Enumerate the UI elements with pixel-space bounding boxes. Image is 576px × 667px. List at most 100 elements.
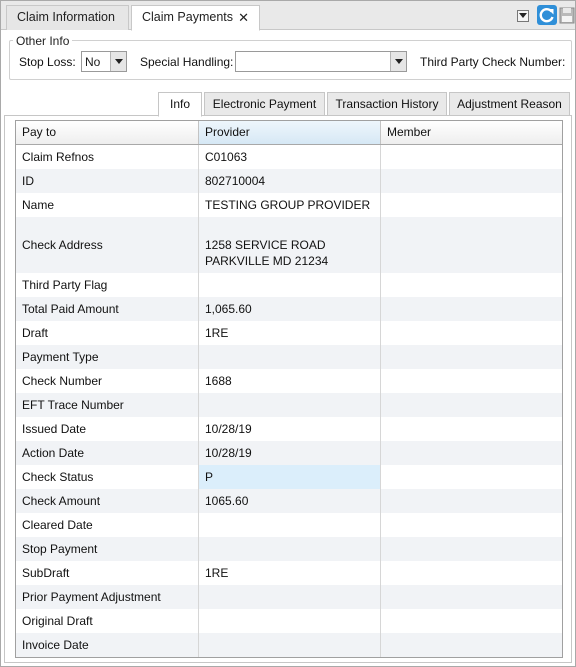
column-header-member[interactable]: Member [381, 121, 562, 144]
provider-cell[interactable]: TESTING GROUP PROVIDER [199, 193, 381, 217]
member-cell[interactable] [381, 345, 562, 369]
table-row[interactable]: Stop Payment [16, 537, 562, 561]
provider-cell[interactable] [199, 513, 381, 537]
table-row[interactable]: ID 802710004 [16, 169, 562, 193]
table-row[interactable]: SubDraft 1RE [16, 561, 562, 585]
member-cell[interactable] [381, 585, 562, 609]
field-cell: ID [16, 169, 199, 193]
member-cell[interactable] [381, 297, 562, 321]
table-row[interactable]: Name TESTING GROUP PROVIDER [16, 193, 562, 217]
member-cell[interactable] [381, 169, 562, 193]
provider-cell[interactable]: 1RE [199, 321, 381, 345]
table-row[interactable]: Claim Refnos C01063 [16, 145, 562, 169]
document-tab-bar: Claim Information Claim Payments ✕ [1, 1, 575, 31]
tab-electronic-payment[interactable]: Electronic Payment [204, 92, 325, 116]
provider-cell[interactable]: 1065.60 [199, 489, 381, 513]
save-icon[interactable] [559, 5, 575, 25]
member-cell[interactable] [381, 193, 562, 217]
member-cell[interactable] [381, 561, 562, 585]
member-cell[interactable] [381, 145, 562, 169]
other-info-title: Other Info [13, 34, 73, 48]
tab-label: Claim Information [17, 10, 115, 24]
table-row[interactable]: Invoice Date [16, 633, 562, 657]
provider-cell[interactable] [199, 273, 381, 297]
member-cell[interactable] [381, 441, 562, 465]
field-cell: Stop Payment [16, 537, 199, 561]
member-cell[interactable] [381, 513, 562, 537]
member-cell[interactable] [381, 417, 562, 441]
member-cell[interactable] [381, 537, 562, 561]
tab-adjustment-reason[interactable]: Adjustment Reason [449, 92, 570, 116]
tab-claim-information[interactable]: Claim Information [6, 5, 129, 30]
table-row[interactable]: Original Draft [16, 609, 562, 633]
refresh-icon[interactable] [537, 5, 557, 25]
column-header-pay-to[interactable]: Pay to [16, 121, 199, 144]
tab-transaction-history-label: Transaction History [335, 97, 439, 111]
table-row[interactable]: Action Date 10/28/19 [16, 441, 562, 465]
provider-cell[interactable]: C01063 [199, 145, 381, 169]
field-cell: Invoice Date [16, 633, 199, 657]
tab-info[interactable]: Info [158, 92, 202, 117]
member-cell[interactable] [381, 489, 562, 513]
provider-cell-selected[interactable]: P [199, 465, 381, 489]
table-row[interactable]: Draft 1RE [16, 321, 562, 345]
dropdown-icon[interactable] [517, 10, 529, 22]
provider-cell[interactable] [199, 609, 381, 633]
tab-claim-payments[interactable]: Claim Payments ✕ [131, 5, 260, 31]
stop-loss-select[interactable]: No [81, 51, 127, 72]
table-row[interactable]: Check Number 1688 [16, 369, 562, 393]
provider-cell[interactable]: 1688 [199, 369, 381, 393]
tab-electronic-payment-label: Electronic Payment [212, 97, 317, 111]
provider-cell[interactable]: 10/28/19 [199, 417, 381, 441]
provider-cell[interactable] [199, 345, 381, 369]
provider-cell[interactable] [199, 585, 381, 609]
table-row[interactable]: Check Address 1258 SERVICE ROAD PARKVILL… [16, 217, 562, 273]
column-header-provider[interactable]: Provider [199, 121, 381, 144]
table-row[interactable]: Cleared Date [16, 513, 562, 537]
field-cell: EFT Trace Number [16, 393, 199, 417]
third-party-check-number-label: Third Party Check Number: [420, 55, 566, 69]
table-row[interactable]: Issued Date 10/28/19 [16, 417, 562, 441]
field-cell: Name [16, 193, 199, 217]
table-row[interactable]: EFT Trace Number [16, 393, 562, 417]
member-cell[interactable] [381, 393, 562, 417]
table-row[interactable]: Total Paid Amount 1,065.60 [16, 297, 562, 321]
field-cell: Total Paid Amount [16, 297, 199, 321]
member-cell[interactable] [381, 465, 562, 489]
provider-cell[interactable] [199, 633, 381, 657]
field-cell: Claim Refnos [16, 145, 199, 169]
tab-adjustment-reason-label: Adjustment Reason [457, 97, 562, 111]
field-cell: Check Status [16, 465, 199, 489]
field-cell: Prior Payment Adjustment [16, 585, 199, 609]
provider-cell[interactable]: 1RE [199, 561, 381, 585]
member-cell[interactable] [381, 369, 562, 393]
provider-cell[interactable]: 1258 SERVICE ROAD PARKVILLE MD 21234 [199, 217, 381, 273]
provider-cell[interactable]: 802710004 [199, 169, 381, 193]
chevron-down-icon[interactable] [110, 52, 126, 71]
grid-body: Claim Refnos C01063 ID 802710004 Name TE… [16, 145, 562, 657]
tab-info-label: Info [169, 97, 190, 111]
member-cell[interactable] [381, 273, 562, 297]
member-cell[interactable] [381, 633, 562, 657]
provider-cell[interactable]: 10/28/19 [199, 441, 381, 465]
field-cell: Issued Date [16, 417, 199, 441]
table-row[interactable]: Payment Type [16, 345, 562, 369]
field-cell: Action Date [16, 441, 199, 465]
table-row[interactable]: Prior Payment Adjustment [16, 585, 562, 609]
provider-cell[interactable] [199, 537, 381, 561]
chevron-down-icon[interactable] [390, 52, 406, 71]
tab-transaction-history[interactable]: Transaction History [327, 92, 447, 116]
field-cell: Check Address [16, 217, 199, 273]
member-cell[interactable] [381, 609, 562, 633]
stop-loss-value: No [85, 55, 101, 69]
field-cell: Cleared Date [16, 513, 199, 537]
table-row[interactable]: Third Party Flag [16, 273, 562, 297]
member-cell[interactable] [381, 217, 562, 273]
provider-cell[interactable]: 1,065.60 [199, 297, 381, 321]
table-row[interactable]: Check Amount 1065.60 [16, 489, 562, 513]
member-cell[interactable] [381, 321, 562, 345]
table-row[interactable]: Check Status P [16, 465, 562, 489]
close-icon[interactable]: ✕ [238, 6, 249, 29]
provider-cell[interactable] [199, 393, 381, 417]
special-handling-select[interactable] [235, 51, 407, 72]
